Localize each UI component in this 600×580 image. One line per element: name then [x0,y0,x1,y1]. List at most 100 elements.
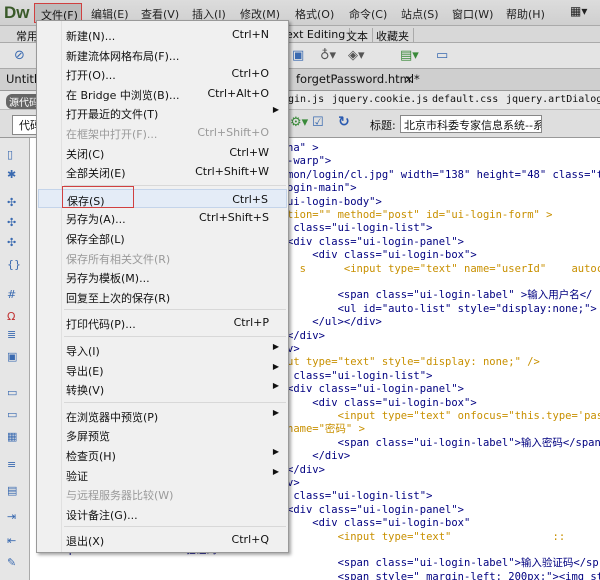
menu-commands[interactable]: 命令(C) [349,6,387,22]
menu-item[interactable]: 保存全部(L) [38,228,287,247]
remove-comment-icon[interactable]: ▭ [7,408,17,421]
menu-item[interactable]: 检查页(H) ▶ [38,445,287,464]
menu-item-shortcut: Ctrl+P [233,316,269,330]
expand-icon[interactable]: ✣ [7,196,16,209]
menu-item-shortcut: Ctrl+O [231,67,269,81]
menu-item[interactable]: 导出(E) ▶ [38,360,287,379]
menu-item-label: 新建流体网格布局(F)... [66,49,180,63]
menu-item[interactable]: 导入(I) ▶ [38,340,287,359]
submenu-arrow-icon: ▶ [272,466,279,476]
open-documents-icon[interactable]: ▯ [7,148,13,161]
tag-chooser-icon[interactable]: ▤▾ [400,48,419,63]
check-browser-icon[interactable]: ☑ [312,115,324,130]
validate-icon[interactable]: ⚙▾ [290,115,308,130]
menu-item-shortcut: Ctrl+N [231,28,269,41]
menu-help[interactable]: 帮助(H) [506,6,545,22]
tab-text-editing[interactable]: ext Editing [282,28,351,41]
code-line: ut type="text" style="display: none;" /> [287,356,540,369]
menu-item[interactable]: 退出(X) Ctrl+Q [38,530,287,549]
related-file[interactable]: jquery.cookie.js [332,94,428,105]
submenu-arrow-icon: ▶ [272,342,279,351]
menu-item[interactable]: 打开(O)... Ctrl+O [38,64,287,83]
title-label: 标题: [370,119,396,132]
menu-item-label: 在框架中打开(F)... [66,128,158,141]
script-icon[interactable]: ♁▾ [320,48,336,63]
comment-icon[interactable]: ▣ [292,48,304,63]
menu-item[interactable]: 打印代码(P)... Ctrl+P [38,313,287,332]
menu-window[interactable]: 窗口(W) [452,6,493,22]
menu-item[interactable]: 回复至上次的保存(R) [38,287,287,306]
save-highlight-box [62,186,134,208]
menu-item-label: 多屏预览 [66,430,110,444]
code-line: <input type="text" :: [287,530,566,543]
menu-item-shortcut: Ctrl+W [229,145,269,159]
menu-item-label: 导入(I) [66,345,100,358]
code-line: mon/login/cl.jpg" width="138" height="48… [287,168,600,181]
menu-item[interactable]: 全部关闭(E) Ctrl+Shift+W [38,162,287,181]
menu-item-label: 保存全部(L) [66,233,125,246]
menu-separator [64,526,286,528]
info-bar-icon[interactable]: ≣ [7,328,16,341]
move-css-icon[interactable]: ▤ [7,484,17,497]
menu-item[interactable]: 与远程服务器比较(W) [38,484,287,503]
balance-braces-icon[interactable]: ✣ [7,236,16,249]
submenu-arrow-icon: ▶ [272,447,279,456]
syntax-error-icon[interactable]: Ω [7,310,15,323]
menu-item-label: 打开(O)... [66,69,116,83]
code-line: name="密码" > [287,423,365,436]
menu-item-label: 导出(E) [66,364,104,378]
menu-item[interactable]: 关闭(C) Ctrl+W [38,143,287,162]
menu-item[interactable]: 新建流体网格布局(F)... [38,45,287,64]
outdent-icon[interactable]: ⇤ [7,534,16,547]
tab-favorites[interactable]: 收藏夹 [372,28,414,44]
select-parent-icon[interactable]: ✣ [7,216,16,229]
menu-item[interactable]: 多屏预览 [38,425,287,444]
related-file[interactable]: gin.js [288,94,324,105]
menu-item-label: 保存所有相关文件(R) [66,252,171,266]
line-numbers-icon[interactable]: {} [7,258,21,271]
menu-item[interactable]: 在浏览器中预览(P) ▶ [38,406,287,425]
code-line: ui-login-body"> [287,195,382,208]
apply-comment-icon[interactable]: ▭ [7,386,17,399]
related-file[interactable]: default.css [432,94,498,105]
file-menu-dropdown: 新建(N)... Ctrl+N 新建流体网格布局(F)... 打开(O)... Ctrl… [36,20,289,553]
code-line: class="ui-login-list"> [287,490,433,503]
related-file[interactable]: jquery.artDialog.js [506,94,600,105]
hyperlink-icon[interactable]: ⊘ [14,48,25,63]
menu-item[interactable]: 在框架中打开(F)... Ctrl+Shift+O [38,123,287,142]
menu-item[interactable]: 另存为模板(M)... [38,267,287,286]
word-wrap-icon[interactable]: ▣ [7,350,17,363]
submenu-arrow-icon: ▶ [272,381,279,391]
menu-item-label: 回复至上次的保存(R) [66,291,171,305]
menu-item[interactable]: 在 Bridge 中浏览(B)... Ctrl+Alt+O [38,84,287,103]
menu-format[interactable]: 格式(O) [295,6,334,22]
format-source-icon[interactable]: ✎ [7,556,16,569]
wrap-tag-icon[interactable]: ▦ [7,430,17,443]
tab-text[interactable]: 文本 [342,28,373,44]
menu-item[interactable]: 新建(N)... Ctrl+N [38,25,287,44]
code-line: </ul></div> [287,316,382,329]
menu-item[interactable]: 验证 ▶ [38,465,287,484]
preview-icon[interactable]: ▭ [436,48,448,63]
template-icon[interactable]: ◈▾ [348,48,365,63]
highlight-invalid-icon[interactable]: # [7,288,16,301]
menu-site[interactable]: 站点(S) [401,6,439,22]
menu-item-label: 设计备注(G)... [66,508,138,522]
menu-item-label: 在 Bridge 中浏览(B)... [66,88,180,102]
refresh-icon[interactable]: ↻ [338,114,350,130]
layout-switcher-icon[interactable]: ▦▾ [570,4,587,18]
menu-item[interactable]: 打开最近的文件(T) ▶ [38,103,287,122]
code-line: </div> [287,329,325,342]
submenu-arrow-icon: ▶ [272,361,279,371]
page-title-input[interactable]: 北京市科委专家信息系统--系 [400,115,542,133]
close-tab-icon[interactable]: × [404,72,414,86]
indent-icon[interactable]: ⇥ [7,510,16,523]
doc-tab-forgetpassword[interactable]: forgetPassword.html* [296,72,420,86]
menu-item[interactable]: 设计备注(G)... [38,504,287,523]
menu-item[interactable]: 转换(V) ▶ [38,379,287,398]
collapse-icon[interactable]: ✱ [7,168,16,181]
menu-item[interactable]: 另存为(A)... Ctrl+Shift+S [38,208,287,227]
code-line: ogin-main"> [287,182,357,195]
menu-item[interactable]: 保存所有相关文件(R) [38,248,287,267]
recent-snippets-icon[interactable]: ≡ [7,458,16,471]
